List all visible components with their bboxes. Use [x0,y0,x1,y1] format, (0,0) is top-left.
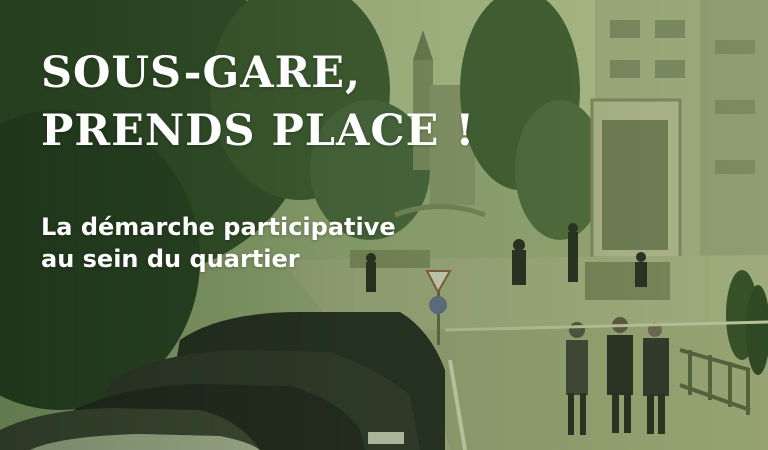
page-subtitle: La démarche participative au sein du qua… [41,211,501,275]
hero-banner: SOUS-GARE, PRENDS PLACE ! La démarche pa… [0,0,768,450]
subtitle-line-2: au sein du quartier [41,245,300,273]
subtitle-line-1: La démarche participative [41,213,396,241]
title-line-1: SOUS-GARE, [41,48,362,98]
page-title: SOUS-GARE, PRENDS PLACE ! [41,44,561,160]
title-line-2: PRENDS PLACE ! [41,106,476,156]
